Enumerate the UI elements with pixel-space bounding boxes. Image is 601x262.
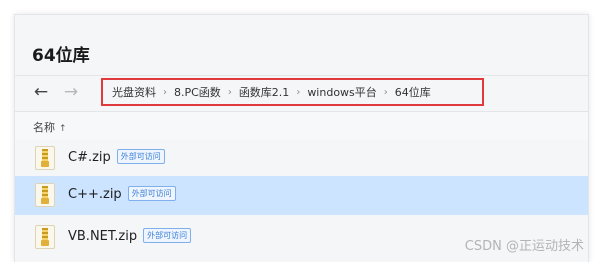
chevron-right-icon: › <box>163 86 167 98</box>
zip-file-icon <box>35 146 55 170</box>
breadcrumb-item-64bit-library[interactable]: 64位库 <box>395 84 431 100</box>
page-title: 64位库 <box>32 46 90 66</box>
file-row-csharp[interactable]: C#.zip 外部可访问 <box>15 139 588 178</box>
breadcrumb-item-windows-platform[interactable]: windows平台 <box>307 84 376 100</box>
external-access-badge: 外部可访问 <box>127 186 176 201</box>
sort-ascending-icon: ↑ <box>59 124 67 134</box>
chevron-right-icon: › <box>383 86 388 98</box>
file-name: C++.zip 外部可访问 <box>68 186 176 202</box>
watermark: CSDN @正运动技术 <box>464 239 584 254</box>
forward-arrow-icon[interactable]: → <box>60 82 82 102</box>
external-access-badge: 外部可访问 <box>143 228 192 243</box>
back-arrow-icon[interactable]: ← <box>30 82 52 102</box>
file-explorer-window: 64位库 ← → 光盘资料 › 8.PC函数 › 函数库2.1 › window… <box>14 14 589 262</box>
column-name-label: 名称 <box>33 121 55 134</box>
column-name-header[interactable]: 名称 ↑ <box>33 119 67 135</box>
breadcrumb-item-function-library[interactable]: 函数库2.1 <box>239 84 290 100</box>
zip-file-icon <box>35 225 55 249</box>
chevron-right-icon: › <box>296 86 301 98</box>
breadcrumb-item-pc-functions[interactable]: 8.PC函数 <box>174 84 221 100</box>
external-access-badge: 外部可访问 <box>116 149 165 164</box>
breadcrumb-item-disc-data[interactable]: 光盘资料 <box>112 84 156 100</box>
navigation-bar: ← → 光盘资料 › 8.PC函数 › 函数库2.1 › windows平台 ›… <box>15 75 588 112</box>
chevron-right-icon: › <box>227 86 232 98</box>
column-header: 名称 ↑ <box>15 111 588 140</box>
file-name: C#.zip 外部可访问 <box>68 149 165 165</box>
file-name: VB.NET.zip 外部可访问 <box>68 228 192 244</box>
file-row-cpp[interactable]: C++.zip 外部可访问 <box>15 176 588 215</box>
breadcrumb: 光盘资料 › 8.PC函数 › 函数库2.1 › windows平台 › 64位… <box>101 78 484 106</box>
zip-file-icon <box>35 183 55 207</box>
